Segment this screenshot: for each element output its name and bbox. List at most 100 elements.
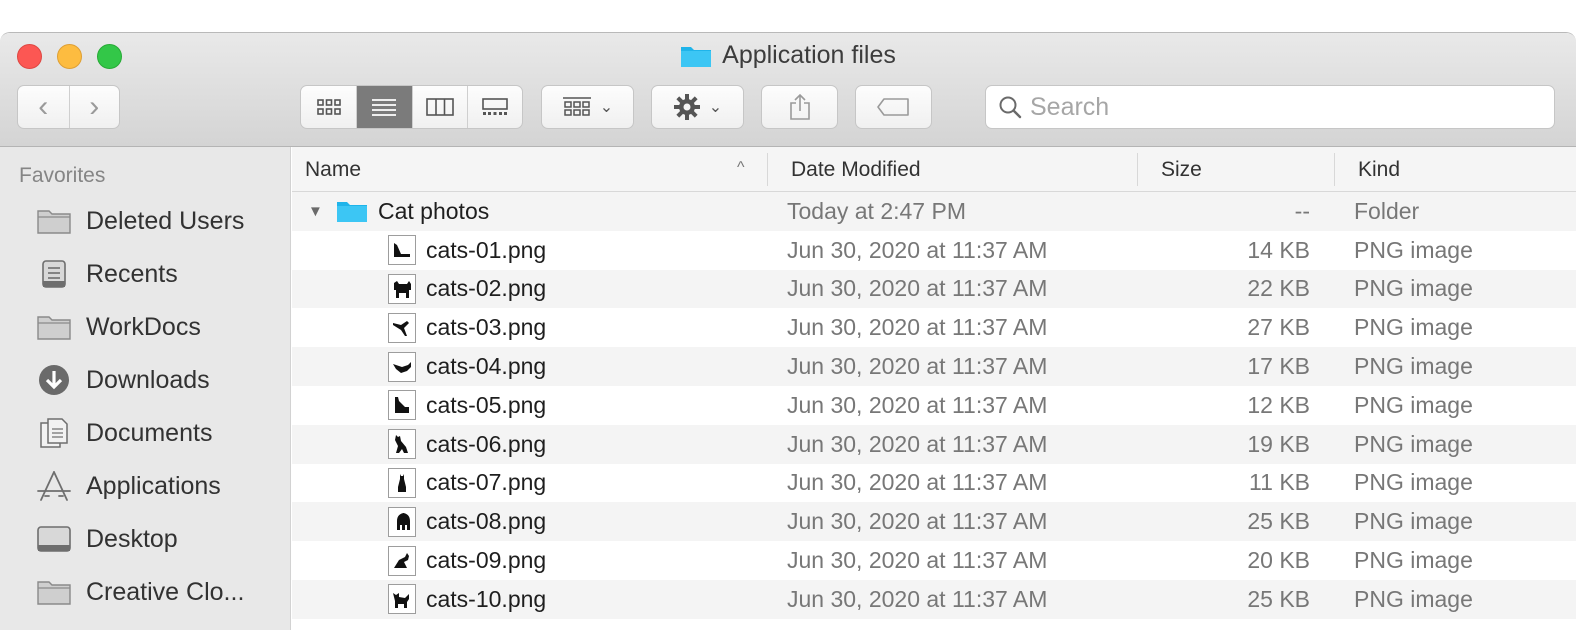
- group-by-button[interactable]: ⌄: [541, 85, 634, 129]
- file-size: 22 KB: [1247, 275, 1310, 302]
- sidebar-heading: Favorites: [19, 164, 106, 187]
- file-name: cats-06.png: [426, 430, 547, 457]
- file-name: cats-09.png: [426, 547, 547, 574]
- file-size: 12 KB: [1247, 391, 1310, 418]
- tag-icon: [876, 98, 909, 116]
- date-modified: Jun 30, 2020 at 11:37 AM: [787, 391, 1048, 418]
- file-kind: PNG image: [1354, 353, 1473, 380]
- cat-image-icon: [388, 390, 416, 421]
- column-divider[interactable]: [767, 153, 768, 186]
- document-icon: [36, 417, 72, 449]
- sidebar-item-creative-cloud[interactable]: Creative Clo...: [36, 570, 286, 614]
- date-modified: Today at 2:47 PM: [787, 197, 966, 224]
- icon-view-button[interactable]: [301, 86, 356, 128]
- file-kind: PNG image: [1354, 391, 1473, 418]
- icon-view-icon: [316, 99, 341, 115]
- file-name: Cat photos: [378, 197, 490, 224]
- sidebar-item-desktop[interactable]: Desktop: [36, 517, 286, 561]
- file-kind: PNG image: [1354, 469, 1473, 496]
- column-header-name[interactable]: Name: [305, 147, 361, 192]
- list-view-button[interactable]: [356, 86, 412, 128]
- file-size: 11 KB: [1249, 469, 1310, 496]
- rows: ▼ Cat photos Today at 2:47 PM -- Folder …: [292, 192, 1576, 619]
- folder-icon: [680, 44, 712, 68]
- file-size: 17 KB: [1247, 353, 1310, 380]
- table-row[interactable]: cats-01.png Jun 30, 2020 at 11:37 AM 14 …: [292, 231, 1576, 270]
- tags-button[interactable]: [855, 85, 932, 129]
- action-menu-button[interactable]: ⌄: [651, 85, 744, 129]
- table-row[interactable]: cats-03.png Jun 30, 2020 at 11:37 AM 27 …: [292, 308, 1576, 347]
- sidebar: Favorites Deleted Users Recents WorkDocs…: [0, 147, 291, 630]
- column-divider[interactable]: [1137, 153, 1138, 186]
- file-size: --: [1294, 197, 1310, 224]
- file-size: 14 KB: [1247, 236, 1310, 263]
- sidebar-item-recents[interactable]: Recents: [36, 252, 286, 296]
- table-row[interactable]: cats-04.png Jun 30, 2020 at 11:37 AM 17 …: [292, 347, 1576, 386]
- search-input[interactable]: [1030, 92, 1510, 122]
- date-modified: Jun 30, 2020 at 11:37 AM: [787, 547, 1048, 574]
- file-name: cats-01.png: [426, 236, 547, 263]
- table-row[interactable]: cats-07.png Jun 30, 2020 at 11:37 AM 11 …: [292, 464, 1576, 503]
- file-name: cats-04.png: [426, 353, 547, 380]
- sidebar-item-label: Documents: [86, 418, 213, 447]
- desktop-icon: [36, 523, 72, 555]
- sidebar-item-applications[interactable]: Applications: [36, 464, 286, 508]
- file-kind: PNG image: [1354, 430, 1473, 457]
- column-header-label: Size: [1161, 157, 1202, 181]
- sidebar-item-downloads[interactable]: Downloads: [36, 358, 286, 402]
- gallery-view-icon: [482, 98, 508, 115]
- sidebar-item-label: Downloads: [86, 365, 210, 394]
- search-field[interactable]: [985, 85, 1555, 129]
- applications-icon: [36, 470, 72, 502]
- file-kind: PNG image: [1354, 275, 1473, 302]
- file-name: cats-05.png: [426, 391, 547, 418]
- cat-image-icon: [388, 235, 416, 266]
- sidebar-item-deleted-users[interactable]: Deleted Users: [36, 199, 286, 243]
- date-modified: Jun 30, 2020 at 11:37 AM: [787, 236, 1048, 263]
- table-row[interactable]: cats-10.png Jun 30, 2020 at 11:37 AM 25 …: [292, 579, 1576, 619]
- search-icon: [999, 96, 1022, 119]
- table-row[interactable]: cats-09.png Jun 30, 2020 at 11:37 AM 20 …: [292, 541, 1576, 580]
- folder-icon: [36, 205, 72, 237]
- column-header-size[interactable]: Size: [1161, 147, 1202, 192]
- date-modified: Jun 30, 2020 at 11:37 AM: [787, 430, 1048, 457]
- file-kind: PNG image: [1354, 314, 1473, 341]
- forward-button[interactable]: ›: [68, 86, 120, 128]
- column-header-date-modified[interactable]: Date Modified: [791, 147, 921, 192]
- file-size: 19 KB: [1247, 430, 1310, 457]
- window-title-text: Application files: [722, 41, 896, 69]
- cat-image-icon: [388, 584, 416, 615]
- sidebar-item-documents[interactable]: Documents: [36, 411, 286, 455]
- gallery-view-button[interactable]: [466, 86, 522, 128]
- disclosure-triangle-icon[interactable]: ▼: [308, 203, 326, 220]
- sidebar-item-workdocs[interactable]: WorkDocs: [36, 305, 286, 349]
- table-row[interactable]: cats-06.png Jun 30, 2020 at 11:37 AM 19 …: [292, 424, 1576, 464]
- sidebar-item-label: Creative Clo...: [86, 577, 245, 606]
- file-kind: PNG image: [1354, 508, 1473, 535]
- sort-ascending-icon: ^: [737, 159, 745, 176]
- file-size: 25 KB: [1247, 585, 1310, 612]
- share-icon: [789, 93, 810, 120]
- file-kind: PNG image: [1354, 547, 1473, 574]
- column-header-label: Kind: [1358, 157, 1401, 181]
- date-modified: Jun 30, 2020 at 11:37 AM: [787, 275, 1048, 302]
- list-view-icon: [372, 99, 397, 116]
- back-button[interactable]: ‹: [18, 86, 69, 128]
- file-size: 20 KB: [1247, 547, 1310, 574]
- table-row[interactable]: cats-02.png Jun 30, 2020 at 11:37 AM 22 …: [292, 269, 1576, 309]
- column-view-button[interactable]: [411, 86, 467, 128]
- file-kind: PNG image: [1354, 236, 1473, 263]
- column-header-kind[interactable]: Kind: [1358, 147, 1400, 192]
- file-name: cats-10.png: [426, 585, 547, 612]
- window-toolbar: Application files ‹ › ⌄ ⌄ Search: [0, 33, 1576, 147]
- column-divider[interactable]: [1334, 153, 1335, 186]
- column-view-icon: [425, 98, 454, 116]
- folder-icon: [36, 576, 72, 608]
- table-row[interactable]: cats-08.png Jun 30, 2020 at 11:37 AM 25 …: [292, 502, 1576, 542]
- share-button[interactable]: [761, 85, 838, 129]
- table-row[interactable]: cats-05.png Jun 30, 2020 at 11:37 AM 12 …: [292, 386, 1576, 425]
- gear-icon: [673, 94, 700, 120]
- folder-row[interactable]: ▼ Cat photos Today at 2:47 PM -- Folder: [292, 192, 1576, 231]
- file-kind: PNG image: [1354, 585, 1473, 612]
- file-name: cats-07.png: [426, 469, 547, 496]
